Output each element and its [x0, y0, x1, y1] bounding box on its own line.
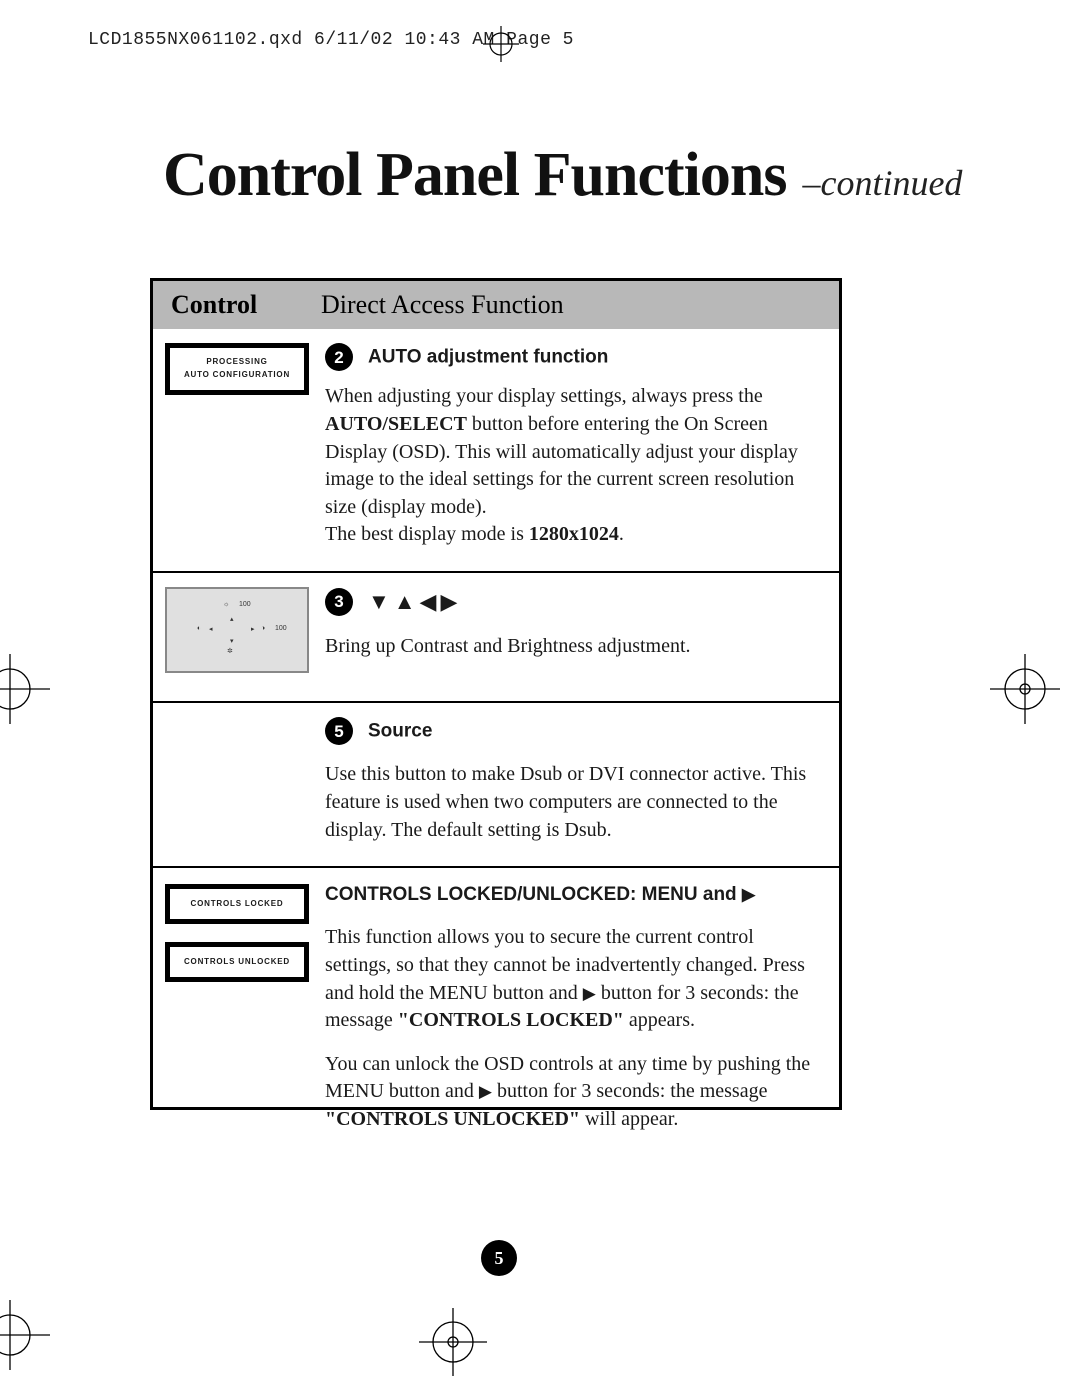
row-source: 5 Source Use this button to make Dsub or… [153, 701, 839, 866]
settings-icon: ✲ [227, 647, 233, 655]
osd-label-unlocked: CONTROLS UNLOCKED [184, 956, 290, 969]
crop-mark-top-icon [483, 26, 519, 62]
crop-mark-bottom-mid-icon [419, 1308, 487, 1376]
crop-mark-bottom-left-icon [0, 1300, 50, 1370]
arrow-up-icon: ▴ [230, 615, 234, 623]
osd-label-autoconfig: AUTO CONFIGURATION [184, 369, 290, 382]
osd-label-locked: CONTROLS LOCKED [191, 898, 284, 911]
arrow-down-icon: ▾ [230, 637, 234, 645]
lock-paragraph-2: You can unlock the OSD controls at any t… [325, 1051, 823, 1134]
crop-mark-right-icon [990, 654, 1060, 724]
osd-unlocked-panel: CONTROLS UNLOCKED [165, 942, 309, 982]
step-badge-2: 2 [325, 343, 353, 371]
section-title-source: Source [368, 720, 432, 741]
osd-processing-panel: PROCESSING AUTO CONFIGURATION [165, 343, 309, 395]
section-title-lock: CONTROLS LOCKED/UNLOCKED: MENU and ▶ [325, 882, 823, 908]
contrast-left-icon: ◐ [197, 625, 201, 632]
arrow-right-icon: ▸ [251, 625, 255, 633]
cell-control-source [153, 703, 321, 866]
cell-control-lock: CONTROLS LOCKED CONTROLS UNLOCKED [153, 868, 321, 1155]
right-arrow-icon: ▶ [583, 984, 596, 1003]
brightness-value: 100 [239, 601, 251, 608]
osd-locked-panel: CONTROLS LOCKED [165, 884, 309, 924]
arrow-left-icon: ◂ [209, 625, 213, 633]
row-controls-lock: CONTROLS LOCKED CONTROLS UNLOCKED CONTRO… [153, 866, 839, 1155]
contrast-right-icon: ◑ [261, 625, 265, 632]
content-frame: Control Direct Access Function PROCESSIN… [150, 278, 842, 1110]
col-header-function: Direct Access Function [321, 290, 839, 320]
osd-adjust-panel: ☼ 100 ▴ ◐ ◂ ▸ ◑ 100 ▾ ✲ [165, 587, 309, 673]
row-auto-adjust: PROCESSING AUTO CONFIGURATION 2 AUTO adj… [153, 329, 839, 571]
right-arrow-icon: ▶ [479, 1082, 492, 1101]
brightness-icon: ☼ [223, 601, 229, 608]
table-header-row: Control Direct Access Function [153, 281, 839, 329]
cell-control-auto: PROCESSING AUTO CONFIGURATION [153, 329, 321, 571]
step-badge-3: 3 [325, 588, 353, 616]
nav-arrows-icon: ▼▲◀▶ [368, 589, 461, 614]
page-number: 5 [481, 1240, 517, 1276]
cell-control-cb: ☼ 100 ▴ ◐ ◂ ▸ ◑ 100 ▾ ✲ [153, 573, 321, 701]
row-contrast-brightness: ☼ 100 ▴ ◐ ◂ ▸ ◑ 100 ▾ ✲ 3 ▼▲◀▶ Bring up … [153, 571, 839, 701]
cell-desc-auto: 2 AUTO adjustment function When adjustin… [321, 329, 839, 571]
auto-paragraph-2: The best display mode is 1280x1024. [325, 521, 823, 549]
auto-paragraph-1: When adjusting your display settings, al… [325, 383, 823, 521]
cell-desc-source: 5 Source Use this button to make Dsub or… [321, 703, 839, 866]
page-title: Control Panel Functions –continued [163, 140, 962, 211]
lock-paragraph-1: This function allows you to secure the c… [325, 924, 823, 1034]
source-paragraph: Use this button to make Dsub or DVI conn… [325, 761, 823, 844]
col-header-control: Control [153, 290, 321, 320]
contrast-value: 100 [275, 625, 287, 632]
cell-desc-cb: 3 ▼▲◀▶ Bring up Contrast and Brightness … [321, 573, 839, 701]
right-arrow-icon: ▶ [742, 885, 755, 904]
page: LCD1855NX061102.qxd 6/11/02 10:43 AM Pag… [0, 0, 1080, 1397]
title-continued: –continued [802, 163, 962, 203]
title-main: Control Panel Functions [163, 141, 786, 209]
cell-desc-lock: CONTROLS LOCKED/UNLOCKED: MENU and ▶ Thi… [321, 868, 839, 1155]
cb-paragraph: Bring up Contrast and Brightness adjustm… [325, 633, 823, 661]
step-badge-5: 5 [325, 717, 353, 745]
crop-mark-left-icon [0, 654, 50, 724]
osd-label-processing: PROCESSING [206, 356, 267, 369]
section-title-auto: AUTO adjustment function [368, 346, 608, 367]
